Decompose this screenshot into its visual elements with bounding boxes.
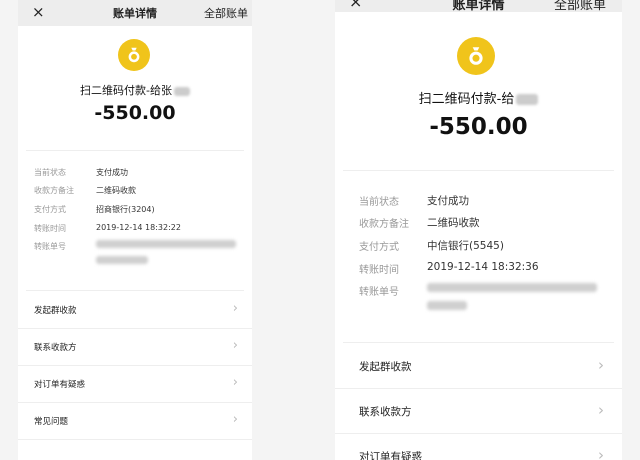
chevron-right-icon: ›	[232, 412, 238, 427]
chevron-right-icon: ›	[232, 338, 238, 353]
action-order-question[interactable]: 对订单有疑惑 ›	[335, 434, 622, 460]
transfer-time-label: 转账时间	[34, 224, 66, 233]
row-label: 发起群收款	[34, 306, 77, 316]
payee-line: 扫二维码付款-给张	[18, 82, 252, 98]
amount: -550.00	[94, 102, 176, 124]
redacted-name	[516, 94, 539, 105]
transfer-time-value: 2019-12-14 18:32:36	[427, 261, 539, 273]
money-bag-glyph	[469, 47, 483, 65]
title-bar: × 账单详情 全部账单	[18, 0, 252, 26]
redacted-transfer-id-continued	[96, 256, 148, 264]
status-value: 支付成功	[427, 195, 469, 207]
status-label: 当前状态	[34, 168, 66, 177]
chevron-right-icon: ›	[232, 375, 238, 390]
money-bag-glyph	[128, 47, 140, 63]
amount: -550.00	[429, 114, 528, 140]
action-group-collect[interactable]: 发起群收款 ›	[18, 292, 252, 329]
redacted-transfer-id	[427, 283, 597, 292]
money-bag-icon	[118, 39, 150, 71]
chevron-right-icon: ›	[232, 301, 238, 316]
all-bills-link[interactable]: 全部账单	[554, 0, 606, 13]
money-bag-icon	[457, 37, 495, 75]
redacted-transfer-id-continued	[427, 301, 467, 310]
row-label: 常见问题	[34, 417, 69, 427]
divider	[26, 150, 244, 151]
chevron-right-icon: ›	[598, 401, 604, 419]
transfer-time-label: 转账时间	[359, 265, 399, 276]
action-faq[interactable]: 常见问题 ›	[18, 403, 252, 440]
row-label: 联系收款方	[34, 343, 77, 353]
payment-method-label: 支付方式	[34, 205, 66, 214]
title-bar: × 账单详情 全部账单	[335, 0, 622, 13]
chevron-right-icon: ›	[598, 446, 604, 460]
payee-note-label: 收款方备注	[359, 219, 409, 230]
chevron-right-icon: ›	[598, 356, 604, 374]
status-label: 当前状态	[359, 197, 399, 208]
row-label: 发起群收款	[359, 361, 412, 373]
payee-line: 扫二维码付款-给	[335, 88, 622, 107]
bill-detail-screen-left: × 账单详情 全部账单 扫二维码付款-给张 -550.00 当前状态 支付成功 …	[18, 0, 252, 460]
redacted-transfer-id	[96, 240, 236, 248]
action-order-question[interactable]: 对订单有疑惑 ›	[18, 366, 252, 403]
payee-note-label: 收款方备注	[34, 186, 74, 195]
payee-note-value: 二维码收款	[427, 217, 480, 229]
action-group-collect[interactable]: 发起群收款 ›	[335, 344, 622, 389]
row-label: 对订单有疑惑	[34, 380, 86, 390]
payment-method-value: 招商银行(3204)	[96, 205, 155, 214]
transfer-id-label: 转账单号	[34, 242, 66, 251]
payee-text: 扫二维码付款-给张	[80, 84, 172, 97]
bill-detail-screen-right: × 账单详情 全部账单 扫二维码付款-给 -550.00 当前状态 支付成功 收…	[335, 0, 622, 460]
divider	[343, 342, 614, 343]
divider	[26, 290, 244, 291]
transfer-id-label: 转账单号	[359, 287, 399, 298]
row-label: 对订单有疑惑	[359, 451, 422, 460]
payee-text: 扫二维码付款-给	[418, 92, 515, 107]
payee-note-value: 二维码收款	[96, 186, 136, 195]
action-contact-payee[interactable]: 联系收款方 ›	[335, 389, 622, 434]
payment-method-label: 支付方式	[359, 242, 399, 253]
action-contact-payee[interactable]: 联系收款方 ›	[18, 329, 252, 366]
status-value: 支付成功	[96, 168, 128, 177]
payment-method-value: 中信银行(5545)	[427, 240, 504, 252]
row-label: 联系收款方	[359, 406, 412, 418]
all-bills-link[interactable]: 全部账单	[204, 5, 248, 21]
redacted-name	[173, 86, 190, 96]
divider	[343, 170, 614, 171]
transfer-time-value: 2019-12-14 18:32:22	[96, 223, 181, 232]
